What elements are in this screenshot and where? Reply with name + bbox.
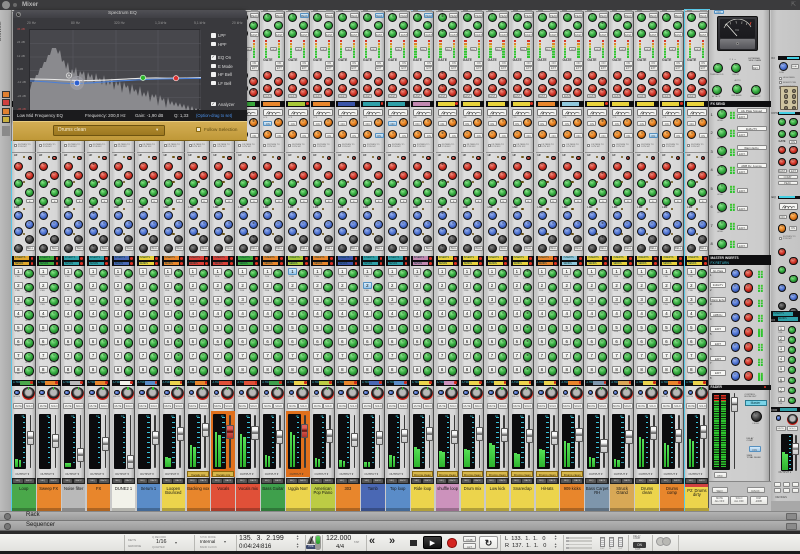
svg-text:VU: VU [735, 28, 739, 32]
